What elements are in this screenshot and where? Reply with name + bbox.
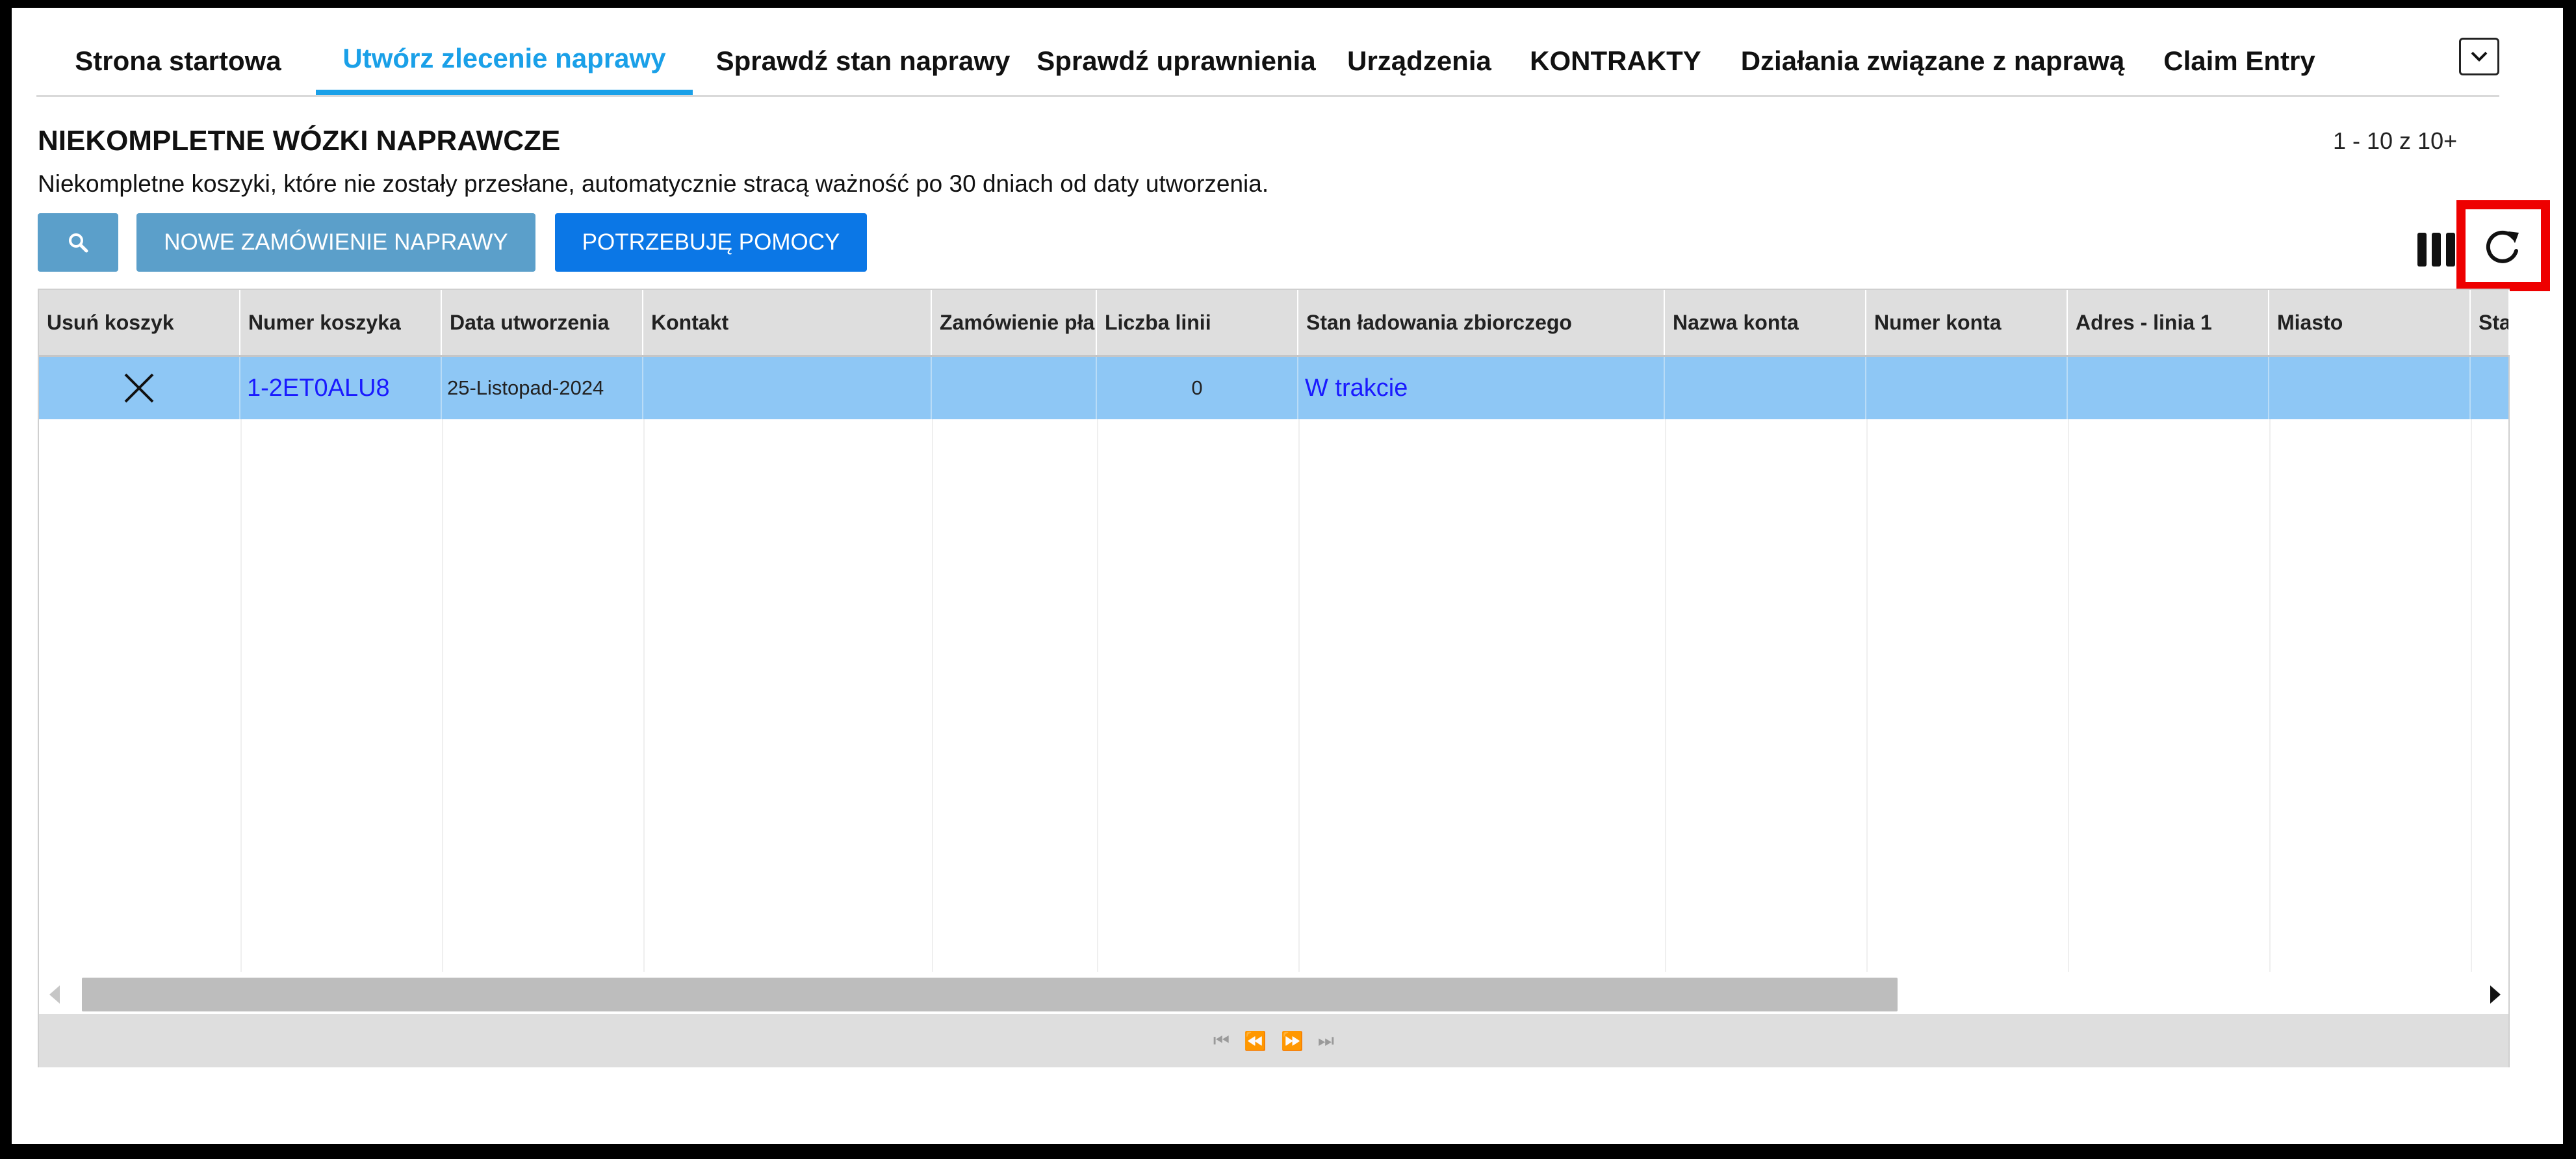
grid-header-row: Usuń koszyk Numer koszyka Data utworzeni… <box>39 290 2510 357</box>
city-cell <box>2269 357 2471 419</box>
chevron-down-icon <box>2471 51 2488 62</box>
page-description: Niekompletne koszyki, które nie zostały … <box>38 170 1269 197</box>
column-header-account-number[interactable]: Numer konta <box>1866 290 2068 355</box>
account-name-cell <box>1665 357 1866 419</box>
grid-pager: ⏮ ⏪ ⏩ ⏭ <box>39 1014 2508 1067</box>
close-icon[interactable] <box>122 371 157 406</box>
scrollbar-thumb[interactable] <box>82 978 1898 1011</box>
column-divider <box>1298 419 1300 972</box>
scroll-left-arrow-icon[interactable] <box>49 985 60 1004</box>
page-title: NIEKOMPLETNE WÓZKI NAPRAWCZE <box>38 125 561 157</box>
column-header-delete-cart[interactable]: Usuń koszyk <box>39 290 240 355</box>
column-divider <box>2269 419 2271 972</box>
tab-create-repair-order[interactable]: Utwórz zlecenie naprawy <box>316 27 693 95</box>
tab-check-repair-status[interactable]: Sprawdź stan naprawy <box>712 27 1014 95</box>
first-page-icon[interactable]: ⏮ <box>1213 1030 1230 1052</box>
tab-contracts[interactable]: KONTRAKTY <box>1519 27 1712 95</box>
next-page-icon[interactable]: ⏩ <box>1281 1030 1304 1052</box>
tab-repair-activities[interactable]: Działania związane z naprawą <box>1731 27 2134 95</box>
column-header-address-line1[interactable]: Adres - linia 1 <box>2068 290 2269 355</box>
column-divider <box>1097 419 1098 972</box>
need-help-button[interactable]: POTRZEBUJĘ POMOCY <box>555 213 867 272</box>
contact-cell <box>643 357 932 419</box>
app-window: Strona startowa Utwórz zlecenie naprawy … <box>12 8 2563 1144</box>
refresh-button[interactable] <box>2456 200 2550 291</box>
column-header-created-date[interactable]: Data utworzenia <box>442 290 643 355</box>
columns-icon[interactable] <box>2417 233 2459 267</box>
new-repair-order-button[interactable]: NOWE ZAMÓWIENIE NAPRAWY <box>136 213 535 272</box>
column-header-account-name[interactable]: Nazwa konta <box>1665 290 1866 355</box>
column-header-city[interactable]: Miasto <box>2269 290 2471 355</box>
tabs-more-dropdown[interactable] <box>2459 38 2499 75</box>
column-divider <box>932 419 933 972</box>
table-row[interactable]: 1-2ET0ALU8 25-Listopad-2024 0 W trakcie <box>39 357 2508 419</box>
account-number-cell <box>1866 357 2068 419</box>
state-cell <box>2471 357 2510 419</box>
tab-claim-entry[interactable]: Claim Entry <box>2154 27 2325 95</box>
previous-page-icon[interactable]: ⏪ <box>1244 1030 1267 1052</box>
column-header-cart-number[interactable]: Numer koszyka <box>240 290 442 355</box>
column-header-bulk-status[interactable]: Stan ładowania zbiorczego <box>1298 290 1665 355</box>
column-divider <box>442 419 443 972</box>
column-divider <box>1866 419 1868 972</box>
search-icon <box>69 233 88 253</box>
address-line1-cell <box>2068 357 2269 419</box>
column-header-line-count[interactable]: Liczba linii <box>1097 290 1298 355</box>
tab-devices[interactable]: Urządzenia <box>1339 27 1500 95</box>
cart-number-link[interactable]: 1-2ET0ALU8 <box>240 357 442 419</box>
column-header-payment-order[interactable]: Zamówienie pła <box>932 290 1097 355</box>
created-date-cell: 25-Listopad-2024 <box>442 357 643 419</box>
column-divider <box>2068 419 2069 972</box>
column-divider <box>240 419 242 972</box>
column-divider <box>2471 419 2472 972</box>
column-divider <box>643 419 645 972</box>
tab-check-entitlements[interactable]: Sprawdź uprawnienia <box>1033 27 1319 95</box>
payment-order-cell <box>932 357 1097 419</box>
search-button[interactable] <box>38 213 118 272</box>
bulk-status-link[interactable]: W trakcie <box>1298 357 1665 419</box>
column-header-contact[interactable]: Kontakt <box>643 290 932 355</box>
line-count-cell: 0 <box>1097 357 1298 419</box>
carts-grid: Usuń koszyk Numer koszyka Data utworzeni… <box>38 289 2510 1067</box>
delete-cart-cell[interactable] <box>39 357 240 419</box>
scroll-right-arrow-icon[interactable] <box>2490 985 2501 1004</box>
pagination-summary: 1 - 10 z 10+ <box>2333 127 2458 154</box>
column-divider <box>1665 419 1666 972</box>
tab-home[interactable]: Strona startowa <box>60 27 296 95</box>
refresh-icon <box>2486 230 2519 263</box>
main-tab-bar: Strona startowa Utwórz zlecenie naprawy … <box>36 27 2499 97</box>
last-page-icon[interactable]: ⏭ <box>1318 1030 1334 1052</box>
column-header-state[interactable]: Sta <box>2471 290 2510 355</box>
